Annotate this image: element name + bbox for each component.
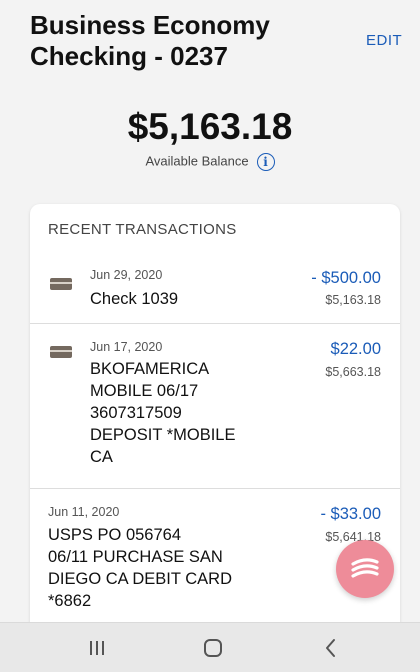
transaction-description-line: 06/11 PURCHASE SAN xyxy=(48,548,223,566)
transaction-running-balance: $5,663.18 xyxy=(325,365,381,379)
transaction-description-line: CA xyxy=(90,448,113,466)
check-icon xyxy=(50,346,72,358)
transaction-description-line: MOBILE 06/17 xyxy=(90,382,199,400)
info-icon[interactable]: i xyxy=(256,153,275,171)
back-icon[interactable] xyxy=(318,635,344,661)
transaction-description: BKOFAMERICA MOBILE 06/17 3607317509 DEPO… xyxy=(90,358,300,468)
transaction-date: Jun 17, 2020 xyxy=(90,340,163,354)
assistant-fab-button[interactable] xyxy=(336,540,394,598)
transaction-description: USPS PO 056764 06/11 PURCHASE SAN DIEGO … xyxy=(48,524,278,612)
available-balance-amount: $5,163.18 xyxy=(127,106,293,147)
available-balance-row: Available Balance i xyxy=(0,153,420,171)
transaction-description-line: BKOFAMERICA xyxy=(90,360,210,378)
transaction-description-line: *6862 xyxy=(48,592,92,610)
transaction-description-line: USPS PO 056764 xyxy=(48,526,181,544)
transaction-date: Jun 29, 2020 xyxy=(90,268,163,282)
transaction-amount: - $33.00 xyxy=(320,505,381,523)
assistant-icon xyxy=(351,558,379,578)
transaction-row[interactable]: Jun 17, 2020 BKOFAMERICA MOBILE 06/17 36… xyxy=(30,324,400,489)
check-icon xyxy=(50,278,72,290)
recent-transactions-heading: RECENT TRANSACTIONS xyxy=(48,221,237,238)
transaction-amount: - $500.00 xyxy=(311,269,381,287)
transaction-description-line: DIEGO CA DEBIT CARD xyxy=(48,570,232,588)
home-icon[interactable] xyxy=(200,635,226,661)
recent-apps-icon[interactable] xyxy=(84,635,110,661)
account-title: Business Economy Checking - 0237 xyxy=(30,10,270,71)
transaction-date: Jun 11, 2020 xyxy=(48,505,120,519)
transaction-description-line: DEPOSIT *MOBILE xyxy=(90,426,236,444)
transaction-running-balance: $5,163.18 xyxy=(325,293,381,307)
available-balance-label: Available Balance xyxy=(145,153,249,169)
system-navigation-bar xyxy=(0,622,420,672)
transaction-description-line: 3607317509 xyxy=(90,404,182,422)
transaction-description: Check 1039 xyxy=(90,290,179,308)
transaction-amount: $22.00 xyxy=(330,340,381,358)
edit-button[interactable]: EDIT xyxy=(366,32,402,49)
transaction-row[interactable]: Jun 29, 2020 Check 1039 - $500.00 $5,163… xyxy=(30,256,400,324)
